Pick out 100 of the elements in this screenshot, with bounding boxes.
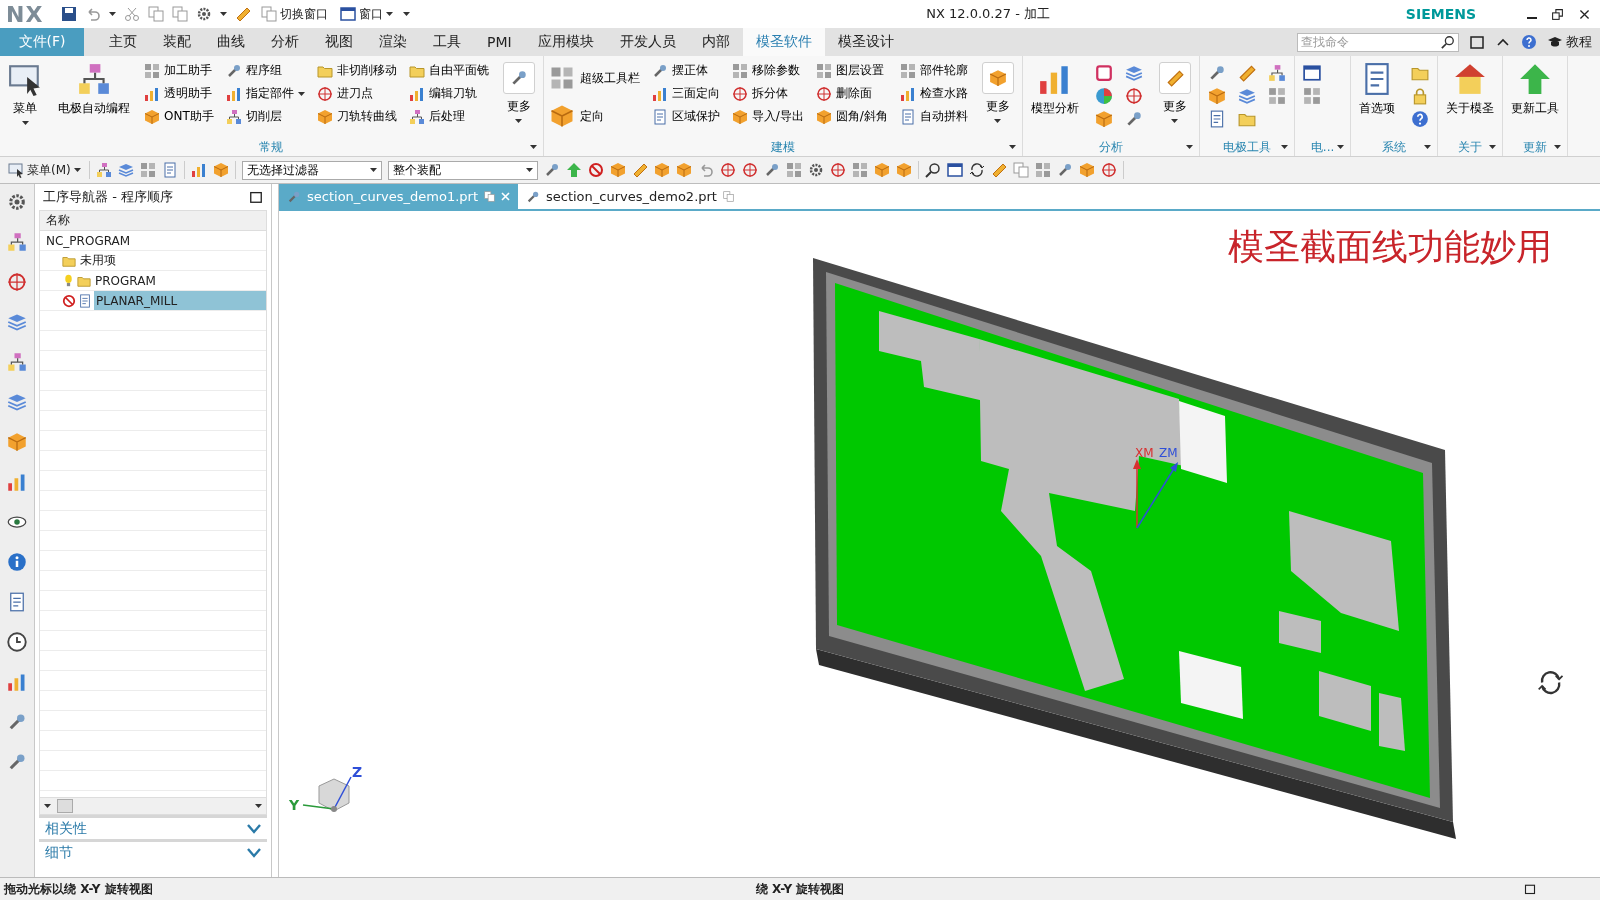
copy-icon[interactable] bbox=[1012, 162, 1029, 178]
menu-tab[interactable]: 视图 bbox=[312, 28, 366, 56]
ribbon-button[interactable]: 非切削移动 bbox=[314, 60, 399, 81]
layers-icon[interactable] bbox=[117, 162, 134, 178]
ribbon-button[interactable]: 图层设置 bbox=[813, 60, 890, 81]
ribbon-button[interactable]: 刀轨转曲线 bbox=[314, 106, 399, 127]
menu-tab[interactable]: 曲线 bbox=[204, 28, 258, 56]
more-button[interactable]: 更多 bbox=[498, 60, 539, 125]
window-icon[interactable] bbox=[946, 162, 963, 178]
target-icon[interactable] bbox=[7, 272, 27, 292]
menu-tab[interactable]: 模圣设计 bbox=[824, 28, 907, 56]
view-triad-drawing[interactable] bbox=[302, 776, 352, 812]
ribbon-button[interactable]: 圆角/斜角 bbox=[813, 106, 890, 127]
ribbon-button[interactable]: 电极自动编程 bbox=[54, 60, 134, 119]
tree-icon[interactable] bbox=[95, 162, 112, 178]
ribbon-button[interactable]: 部件轮廓 bbox=[897, 60, 970, 81]
menu-tab[interactable]: 分析 bbox=[258, 28, 312, 56]
tree-item[interactable]: 未用项 bbox=[78, 251, 266, 270]
menu-tab[interactable]: 开发人员 bbox=[606, 28, 689, 56]
ribbon-button[interactable]: 首选项 bbox=[1355, 60, 1400, 119]
more-button[interactable]: 更多 bbox=[1154, 60, 1195, 125]
horizontal-scrollbar[interactable] bbox=[40, 797, 266, 814]
grid-icon[interactable] bbox=[1034, 162, 1051, 178]
ribbon-button[interactable]: 删除面 bbox=[813, 83, 890, 104]
ribbon-button[interactable]: 后处理 bbox=[406, 106, 491, 127]
close-icon[interactable] bbox=[501, 192, 510, 201]
ribbon-button[interactable]: 自由平面铣 bbox=[406, 60, 491, 81]
save-icon[interactable] bbox=[61, 6, 78, 22]
grid-icon[interactable] bbox=[851, 162, 868, 178]
ribbon-button[interactable]: 指定部件 bbox=[223, 83, 307, 104]
help-icon[interactable] bbox=[1521, 34, 1537, 50]
target-icon[interactable] bbox=[1100, 162, 1117, 178]
ruler-icon[interactable] bbox=[990, 162, 1007, 178]
menu-tab[interactable]: 工具 bbox=[420, 28, 474, 56]
menu-tab[interactable]: 主页 bbox=[96, 28, 150, 56]
arrow-icon[interactable] bbox=[565, 162, 582, 178]
ribbon-button[interactable]: 编辑刀轨 bbox=[406, 83, 491, 104]
ribbon-button[interactable]: 移除参数 bbox=[729, 60, 806, 81]
grid-icon[interactable] bbox=[785, 162, 802, 178]
ribbon-button[interactable]: 切削层 bbox=[223, 106, 307, 127]
tree-item[interactable]: NC_PROGRAM bbox=[44, 231, 266, 250]
layers-icon[interactable] bbox=[7, 392, 27, 412]
ribbon-button[interactable]: 定向 bbox=[547, 98, 642, 134]
cube-icon[interactable] bbox=[609, 162, 626, 178]
maximize-icon[interactable] bbox=[249, 190, 263, 204]
cut-icon[interactable] bbox=[124, 6, 141, 22]
tree-item[interactable]: PLANAR_MILL bbox=[94, 291, 266, 310]
ribbon-button[interactable]: 检查水路 bbox=[897, 83, 970, 104]
ribbon-button[interactable]: 模型分析 bbox=[1026, 60, 1083, 119]
search-icon[interactable] bbox=[1441, 34, 1455, 49]
document-icon[interactable] bbox=[161, 162, 178, 178]
ruler-icon[interactable] bbox=[235, 6, 252, 22]
gear-icon[interactable] bbox=[807, 162, 824, 178]
cube-icon[interactable] bbox=[1078, 162, 1095, 178]
layers-icon[interactable] bbox=[7, 312, 27, 332]
ribbon-icon-button[interactable] bbox=[1300, 62, 1323, 84]
quick-access-button[interactable]: 切换窗口 bbox=[259, 5, 331, 23]
ribbon-button[interactable]: 自动拼料 bbox=[897, 106, 970, 127]
menu-tab[interactable]: 模圣软件 bbox=[742, 28, 825, 56]
ban-icon[interactable] bbox=[587, 162, 604, 178]
info-icon[interactable] bbox=[7, 552, 27, 572]
copy-icon[interactable] bbox=[172, 6, 189, 22]
menu-tab[interactable]: 应用模块 bbox=[524, 28, 607, 56]
clock-icon[interactable] bbox=[7, 632, 27, 652]
cube-icon[interactable] bbox=[7, 432, 27, 452]
ribbon-button[interactable]: 超级工具栏 bbox=[547, 60, 642, 96]
ribbon-button[interactable]: 摆正体 bbox=[649, 60, 722, 81]
tree-item[interactable]: PROGRAM bbox=[93, 271, 266, 290]
undo-icon[interactable] bbox=[85, 6, 102, 22]
cube-icon[interactable] bbox=[212, 162, 229, 178]
filter-dropdown[interactable]: 无选择过滤器 bbox=[241, 160, 382, 180]
cube-icon[interactable] bbox=[653, 162, 670, 178]
ribbon-button[interactable]: 关于模圣 bbox=[1442, 60, 1499, 119]
target-icon[interactable] bbox=[829, 162, 846, 178]
chart-icon[interactable] bbox=[7, 472, 27, 492]
tool-icon[interactable] bbox=[7, 752, 27, 772]
menu-tab[interactable]: 内部 bbox=[688, 28, 743, 56]
target-icon[interactable] bbox=[741, 162, 758, 178]
menu-tab[interactable]: 渲染 bbox=[366, 28, 420, 56]
tool-icon[interactable] bbox=[7, 712, 27, 732]
maximize-icon[interactable] bbox=[1469, 34, 1485, 50]
gear-icon[interactable] bbox=[196, 6, 213, 22]
ribbon-button[interactable]: 拆分体 bbox=[729, 83, 806, 104]
cube-icon[interactable] bbox=[873, 162, 890, 178]
tutorial-link[interactable]: 教程 bbox=[1547, 33, 1592, 51]
ribbon-button[interactable]: 加工助手 bbox=[142, 60, 216, 81]
scroll-thumb[interactable] bbox=[57, 799, 73, 813]
target-icon[interactable] bbox=[719, 162, 736, 178]
quick-access-button[interactable]: 窗口 bbox=[338, 5, 396, 23]
menu-tab[interactable]: PMI bbox=[474, 28, 525, 56]
chart-icon[interactable] bbox=[7, 672, 27, 692]
ribbon-button[interactable]: 三面定向 bbox=[649, 83, 722, 104]
chart-icon[interactable] bbox=[190, 162, 207, 178]
ribbon-button[interactable]: 进刀点 bbox=[314, 83, 399, 104]
cube-icon[interactable] bbox=[675, 162, 692, 178]
column-header[interactable]: 名称 bbox=[40, 211, 266, 231]
ribbon-button[interactable]: 菜单 bbox=[4, 60, 46, 127]
ruler-icon[interactable] bbox=[631, 162, 648, 178]
copy-icon[interactable] bbox=[148, 6, 165, 22]
cube-icon[interactable] bbox=[895, 162, 912, 178]
